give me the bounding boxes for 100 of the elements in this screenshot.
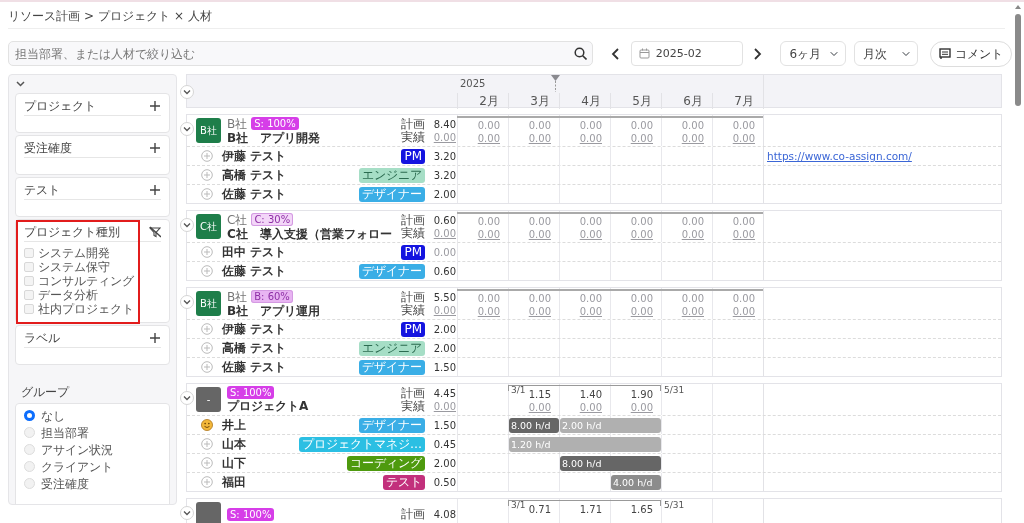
add-circle-icon[interactable] bbox=[201, 150, 213, 163]
add-circle-icon[interactable] bbox=[201, 169, 213, 181]
add-circle-icon[interactable] bbox=[201, 457, 213, 469]
role-tag: エンジニア bbox=[359, 340, 425, 356]
filter-title: テスト bbox=[24, 182, 60, 198]
role-tag: コーディング bbox=[347, 455, 425, 471]
checkbox[interactable] bbox=[24, 290, 34, 300]
assignment-bar[interactable]: 1.20 h/d bbox=[509, 437, 661, 452]
add-filter-button[interactable] bbox=[149, 100, 161, 112]
month-picker[interactable]: 2025-02 bbox=[630, 41, 743, 66]
interval-select[interactable]: 月次 bbox=[853, 41, 918, 66]
actual-link[interactable]: 0.00 bbox=[425, 226, 456, 240]
option-label: アサイン状況 bbox=[41, 441, 113, 459]
assignment-bar[interactable]: 8.00 h/d bbox=[509, 418, 559, 433]
project-title: B社 アプリ開発 bbox=[227, 130, 322, 145]
chevron-right-icon bbox=[753, 47, 763, 60]
add-circle-icon[interactable] bbox=[201, 476, 213, 488]
role-tag: PM bbox=[401, 148, 425, 164]
actual-link[interactable]: 0.00 bbox=[477, 228, 500, 241]
plan-value: 0.00 bbox=[732, 292, 755, 305]
checkbox[interactable] bbox=[24, 304, 34, 314]
actual-link[interactable]: 0.00 bbox=[528, 228, 551, 241]
url-link[interactable]: https://www.co-assign.com/ bbox=[764, 150, 912, 162]
role-tag: デザイナー bbox=[359, 263, 425, 279]
clear-filter-icon[interactable] bbox=[149, 226, 161, 238]
member-total: 1.50 bbox=[432, 418, 457, 433]
collapse-button[interactable] bbox=[180, 218, 194, 232]
add-circle-icon[interactable] bbox=[201, 438, 213, 450]
search-field[interactable]: 担当部署、または人材で絞り込む bbox=[8, 41, 593, 66]
plan-value: 1.40 bbox=[579, 388, 602, 401]
actual-link[interactable]: 0.00 bbox=[630, 401, 653, 414]
month-label: 5月 bbox=[610, 92, 661, 109]
actual-link[interactable]: 0.00 bbox=[681, 228, 704, 241]
add-filter-button[interactable] bbox=[149, 332, 161, 344]
actual-link[interactable]: 0.00 bbox=[630, 305, 653, 318]
comment-icon bbox=[939, 47, 951, 60]
add-filter-button[interactable] bbox=[149, 142, 161, 154]
actual-link[interactable]: 0.00 bbox=[477, 132, 500, 145]
search-icon[interactable] bbox=[574, 47, 587, 60]
plan-value: 0.00 bbox=[732, 119, 755, 132]
month-label: 3月 bbox=[508, 92, 559, 109]
actual-link[interactable]: 0.00 bbox=[528, 305, 551, 318]
add-circle-icon[interactable] bbox=[201, 342, 213, 354]
member-name: 高橋 テスト bbox=[222, 167, 287, 184]
actual-link[interactable]: 0.00 bbox=[579, 228, 602, 241]
actual-link[interactable]: 0.00 bbox=[425, 130, 456, 144]
option-label: 担当部署 bbox=[41, 424, 89, 442]
breadcrumb-link[interactable]: リソース計画 bbox=[8, 7, 80, 28]
actual-link[interactable]: 0.00 bbox=[681, 305, 704, 318]
role-tag: デザイナー bbox=[359, 186, 425, 202]
collapse-button[interactable] bbox=[180, 506, 194, 520]
member-total: 0.00 bbox=[432, 245, 457, 260]
actual-link[interactable]: 0.00 bbox=[681, 132, 704, 145]
assignment-bar[interactable]: 2.00 h/d bbox=[560, 418, 661, 433]
actual-link[interactable]: 0.00 bbox=[579, 401, 602, 414]
probability-tag: S: 100% bbox=[227, 386, 275, 399]
actual-link[interactable]: 0.00 bbox=[528, 132, 551, 145]
actual-link[interactable]: 0.00 bbox=[732, 132, 755, 145]
actual-link[interactable]: 0.00 bbox=[732, 228, 755, 241]
actual-link[interactable]: 0.00 bbox=[579, 305, 602, 318]
collapse-button[interactable] bbox=[180, 122, 194, 136]
add-circle-icon[interactable] bbox=[201, 361, 213, 373]
month-label: 7月 bbox=[712, 92, 763, 109]
actual-link[interactable]: 0.00 bbox=[425, 303, 456, 317]
chevron-down-icon bbox=[183, 222, 191, 228]
add-filter-button[interactable] bbox=[149, 184, 161, 196]
actual-link[interactable]: 0.00 bbox=[579, 132, 602, 145]
add-circle-icon[interactable] bbox=[201, 188, 213, 200]
period-select[interactable]: 6ヶ月 bbox=[780, 41, 846, 66]
breadcrumb-current: プロジェクト × 人材 bbox=[98, 8, 212, 25]
actual-link[interactable]: 0.00 bbox=[477, 305, 500, 318]
member-total: 0.45 bbox=[432, 437, 457, 452]
add-circle-icon[interactable] bbox=[201, 265, 213, 277]
plan-label: 計画 bbox=[401, 290, 425, 304]
checkbox[interactable] bbox=[24, 262, 34, 272]
checkbox[interactable] bbox=[24, 248, 34, 258]
smiley-icon bbox=[201, 419, 213, 431]
comment-button[interactable]: コメント bbox=[930, 40, 1012, 67]
collapse-button[interactable] bbox=[180, 391, 194, 405]
collapse-button[interactable] bbox=[180, 85, 194, 99]
add-circle-icon[interactable] bbox=[201, 246, 213, 258]
option-label: システム保守 bbox=[38, 259, 110, 276]
radio-button[interactable] bbox=[24, 410, 35, 421]
option-label: システム開発 bbox=[38, 245, 110, 261]
assignment-bar[interactable]: 8.00 h/d bbox=[560, 456, 661, 471]
actual-link[interactable]: 0.00 bbox=[630, 132, 653, 145]
actual-link[interactable]: 0.00 bbox=[732, 305, 755, 318]
actual-link[interactable]: 0.00 bbox=[528, 401, 551, 414]
month-label: 6月 bbox=[661, 92, 712, 109]
checkbox[interactable] bbox=[24, 276, 34, 286]
chevron-down-icon bbox=[183, 395, 191, 401]
actual-link[interactable]: 0.00 bbox=[425, 399, 456, 413]
collapse-button[interactable] bbox=[180, 295, 194, 309]
collapse-icon[interactable] bbox=[16, 79, 25, 88]
member-total: 1.50 bbox=[432, 360, 457, 375]
assignment-bar[interactable]: 4.00 h/d bbox=[611, 475, 661, 490]
actual-link[interactable]: 0.00 bbox=[630, 228, 653, 241]
role-tag: デザイナー bbox=[359, 359, 425, 375]
add-circle-icon[interactable] bbox=[201, 323, 213, 335]
member-total: 2.00 bbox=[432, 322, 457, 337]
